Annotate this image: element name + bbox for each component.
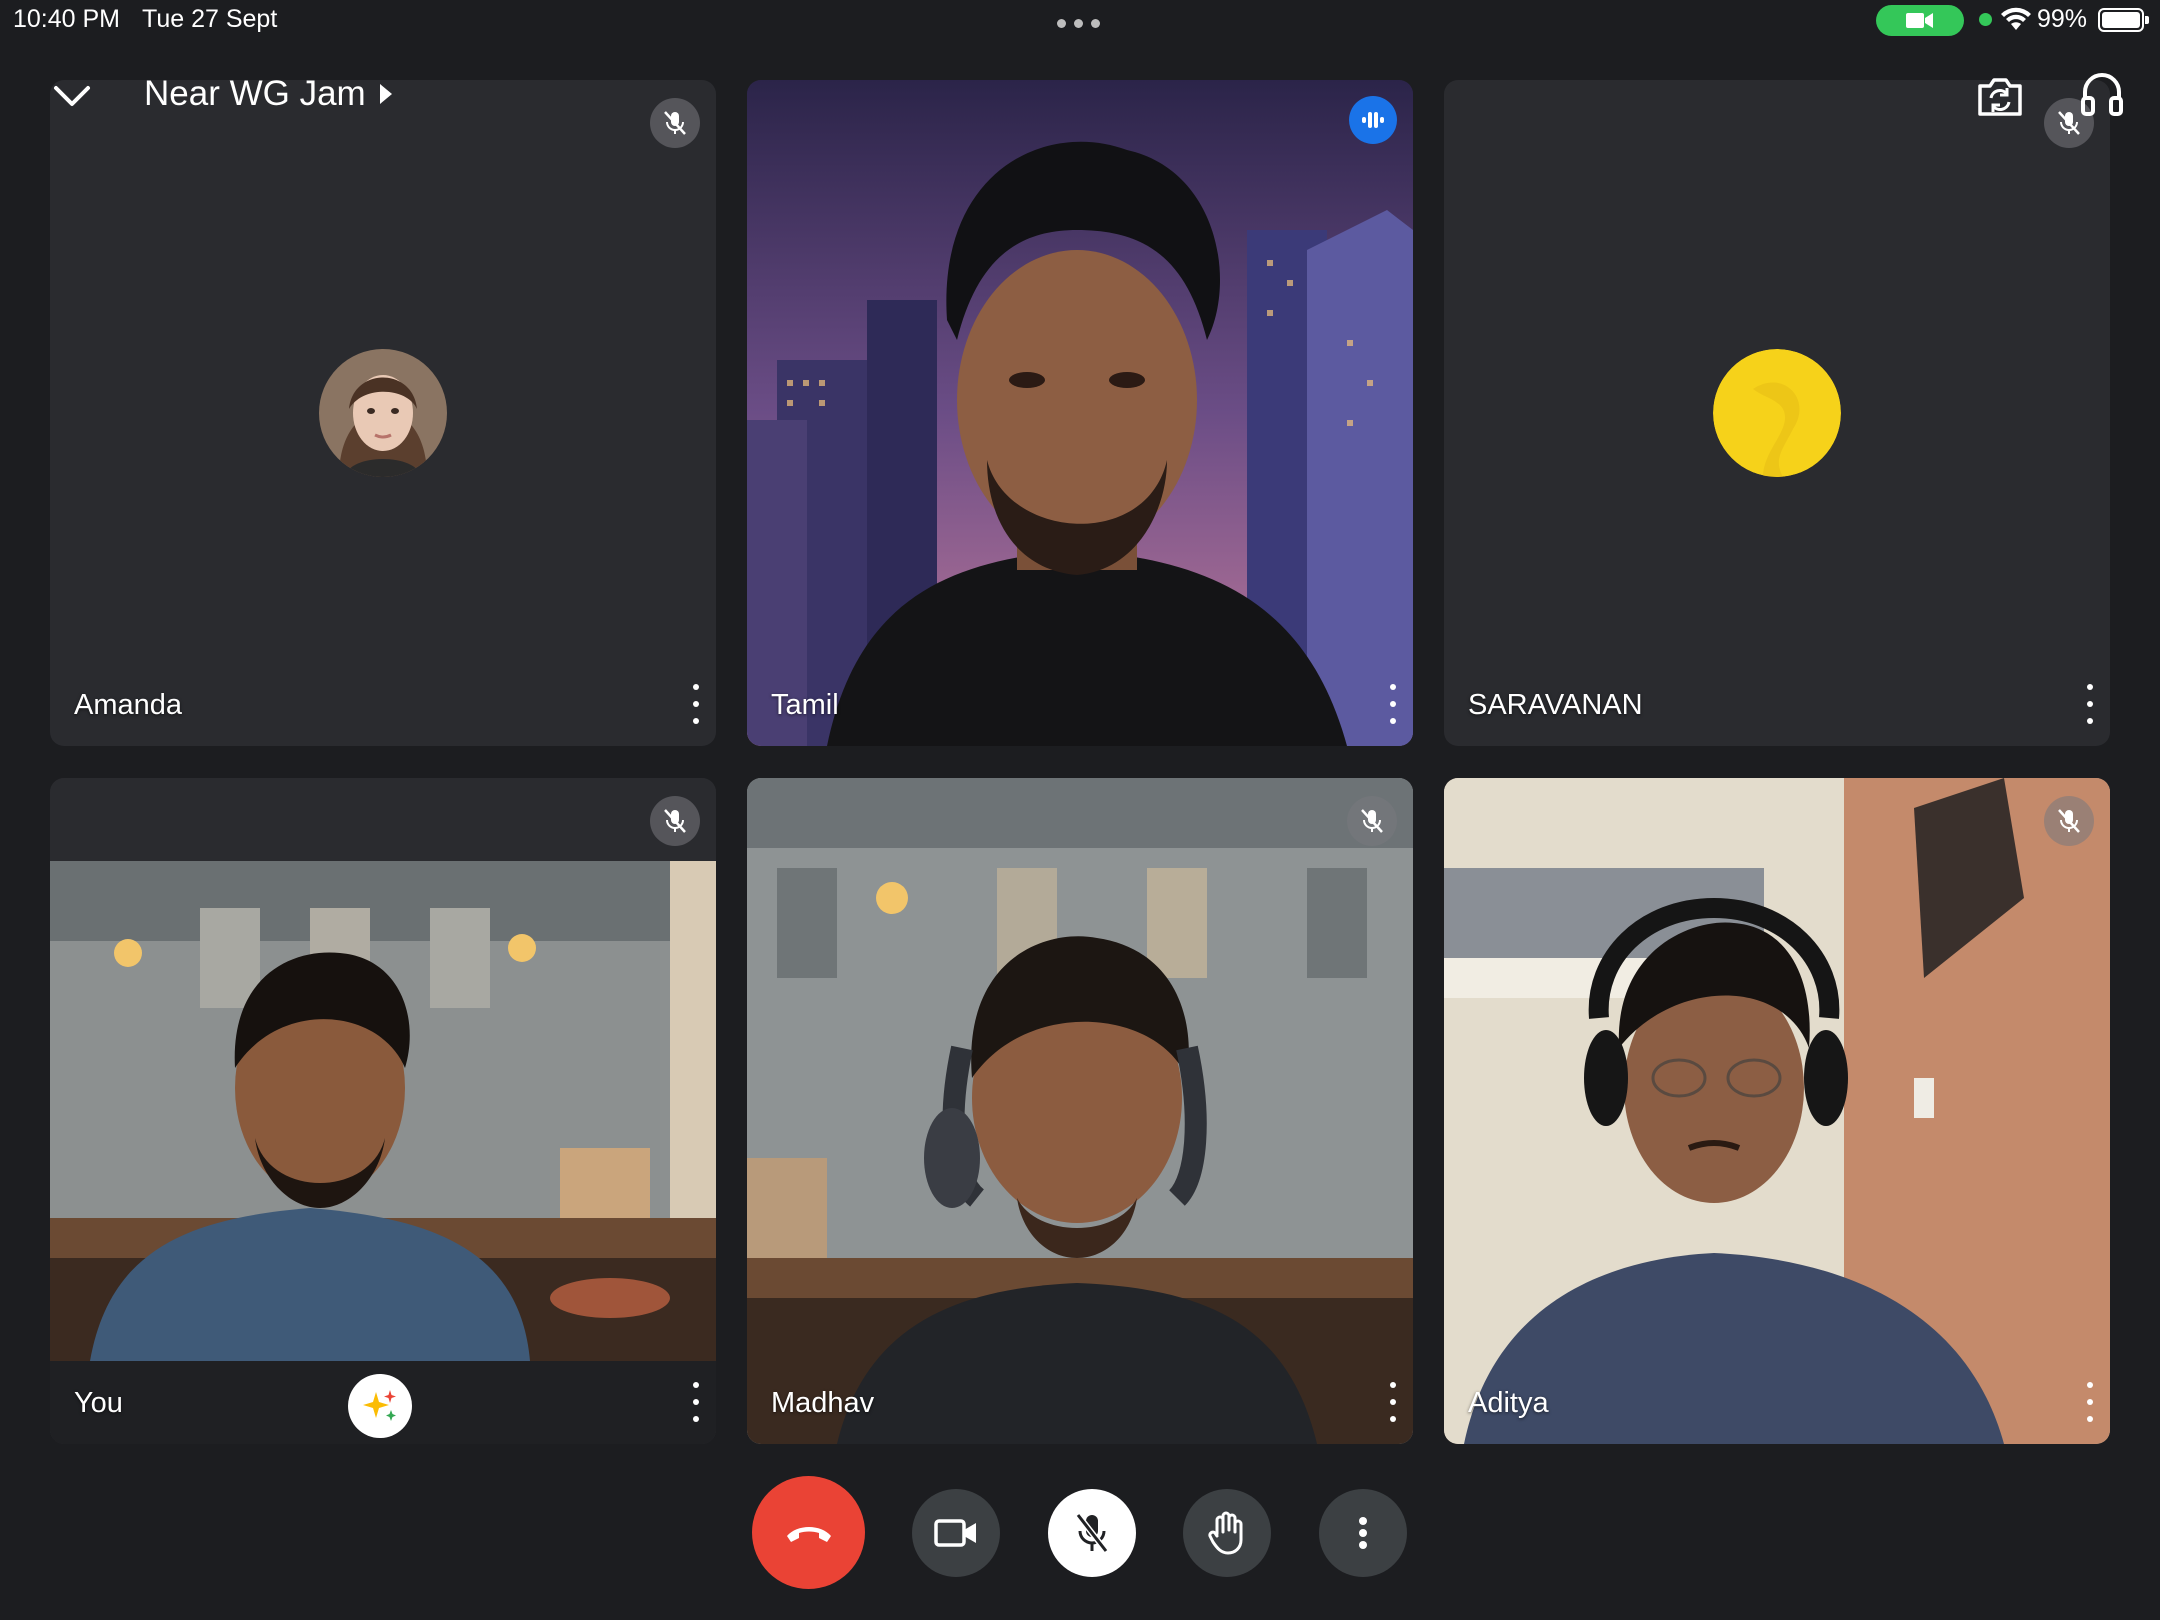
mic-off-icon	[2044, 796, 2094, 846]
more-vertical-icon[interactable]	[2080, 1382, 2100, 1422]
meeting-title[interactable]: Near WG Jam	[144, 74, 392, 114]
mic-off-icon	[650, 98, 700, 148]
participant-name: Tamil	[771, 689, 839, 721]
status-date: Tue 27 Sept	[142, 5, 278, 33]
end-call-button[interactable]	[752, 1476, 865, 1589]
chevron-down-icon[interactable]	[50, 78, 94, 114]
participant-tile-aditya[interactable]: Aditya	[1444, 778, 2110, 1444]
participant-tile-saravanan[interactable]: SARAVANAN	[1444, 80, 2110, 746]
multitasking-dots-icon[interactable]	[1057, 19, 1101, 29]
camera-in-use-indicator	[1876, 5, 1964, 36]
participant-name: You	[74, 1387, 123, 1419]
participant-tile-tamil[interactable]: Tamil	[747, 80, 1413, 746]
mic-off-icon	[650, 796, 700, 846]
more-vertical-icon[interactable]	[1383, 684, 1403, 724]
effects-button[interactable]	[348, 1374, 412, 1438]
status-bar: 10:40 PM Tue 27 Sept 99%	[0, 0, 2160, 40]
video-feed	[50, 778, 716, 1444]
video-feed	[747, 778, 1413, 1444]
participant-name: Aditya	[1468, 1387, 1549, 1419]
mic-off-icon	[1075, 1513, 1109, 1553]
raise-hand-icon	[1208, 1511, 1243, 1555]
end-call-icon	[786, 1526, 831, 1542]
video-camera-icon	[934, 1519, 976, 1547]
participant-name: Madhav	[771, 1387, 875, 1419]
sparkle-icon	[363, 1390, 396, 1421]
meeting-title-text: Near WG Jam	[144, 74, 366, 113]
camera-toggle-button[interactable]	[912, 1489, 1000, 1577]
status-time: 10:40 PM	[13, 5, 121, 33]
speaking-indicator-icon	[1349, 96, 1397, 144]
video-indicator-icon	[1906, 13, 1933, 28]
more-options-button[interactable]	[1319, 1489, 1407, 1577]
more-vertical-icon[interactable]	[686, 684, 706, 724]
participant-tile-amanda[interactable]: Amanda	[50, 80, 716, 746]
video-feed	[1444, 778, 2110, 1444]
video-feed	[747, 80, 1413, 746]
wifi-icon	[2001, 7, 2031, 30]
participant-name: Amanda	[74, 689, 183, 721]
switch-camera-icon[interactable]	[1976, 74, 2024, 118]
mic-off-icon	[1347, 796, 1397, 846]
battery-icon	[2098, 8, 2149, 32]
more-vertical-icon[interactable]	[686, 1382, 706, 1422]
caret-right-icon	[379, 84, 392, 104]
participant-tile-madhav[interactable]: Madhav	[747, 778, 1413, 1444]
participant-tile-you[interactable]: You	[50, 778, 716, 1444]
mic-in-use-dot	[1979, 13, 1992, 26]
raise-hand-button[interactable]	[1183, 1489, 1271, 1577]
avatar	[319, 349, 447, 477]
more-vertical-icon	[1359, 1517, 1367, 1549]
more-vertical-icon[interactable]	[2080, 684, 2100, 724]
more-vertical-icon[interactable]	[1383, 1382, 1403, 1422]
avatar	[1713, 349, 1841, 477]
meet-call-screen: 10:40 PM Tue 27 Sept 99% Amanda Tamil SA…	[0, 0, 2160, 1620]
participant-name: SARAVANAN	[1468, 689, 1643, 721]
headphones-icon[interactable]	[2080, 70, 2124, 118]
microphone-toggle-button[interactable]	[1048, 1489, 1136, 1577]
battery-percentage: 99%	[2037, 5, 2088, 33]
